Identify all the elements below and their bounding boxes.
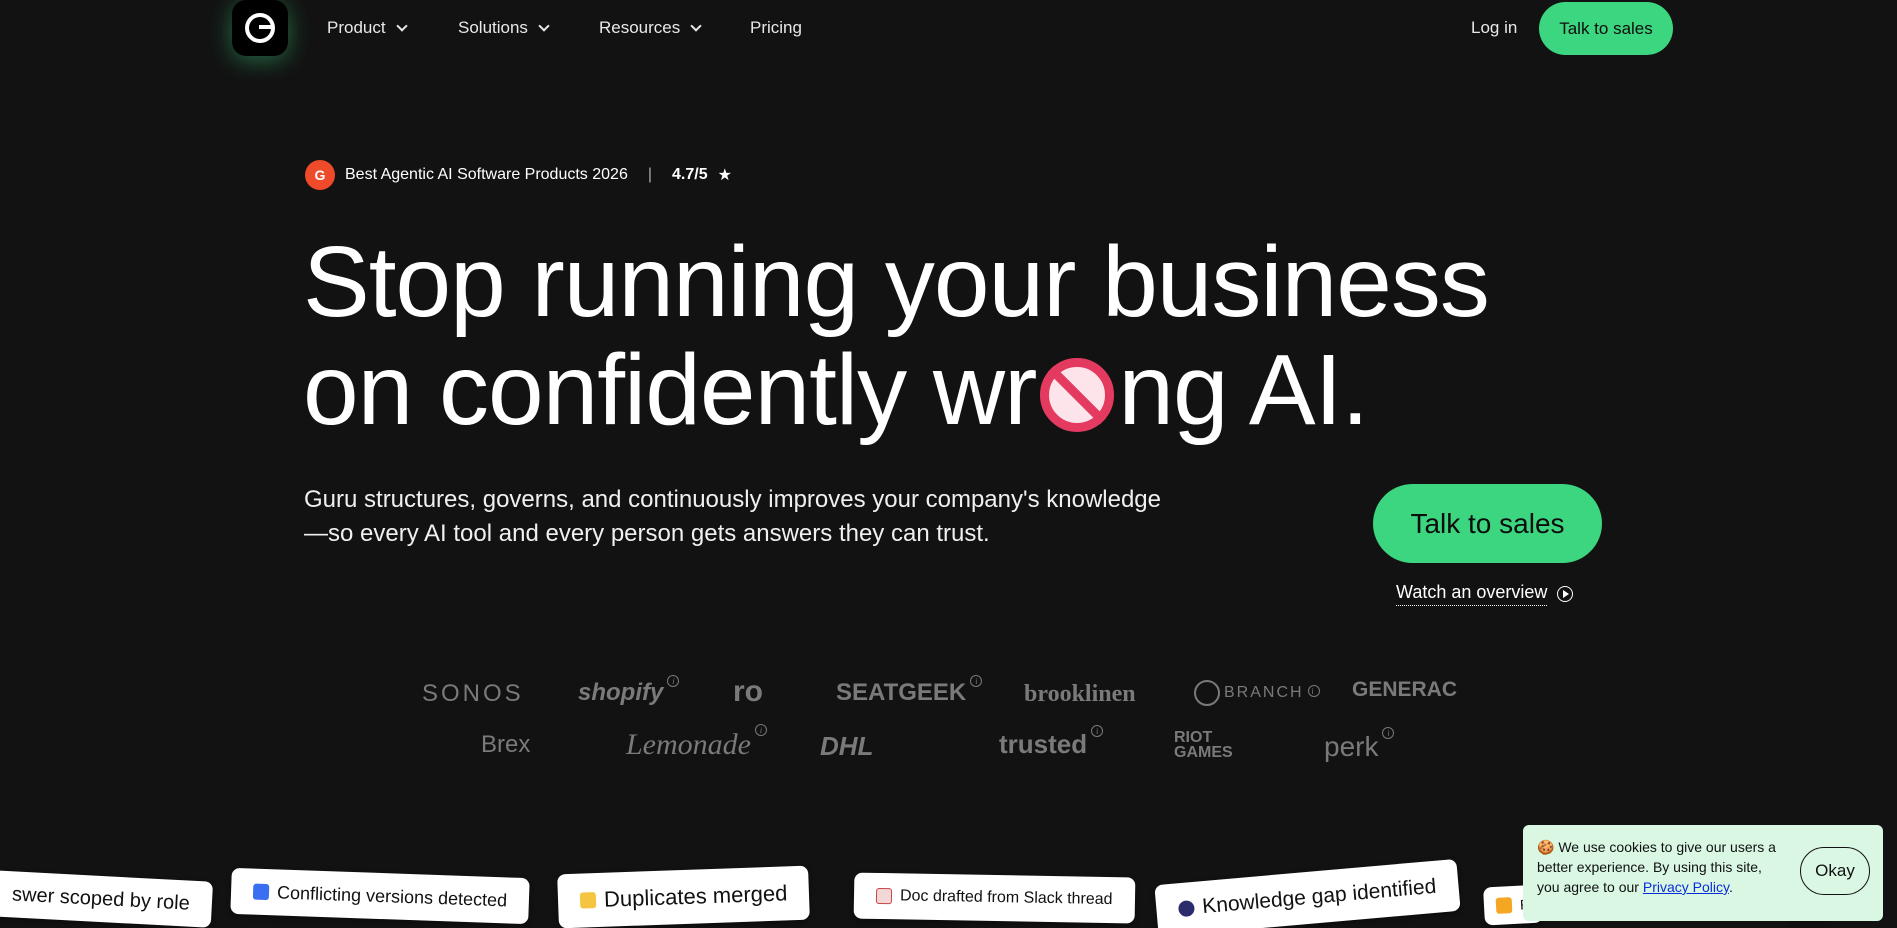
logo-trusted-text: trusted bbox=[999, 729, 1088, 759]
guru-logo-icon bbox=[245, 13, 275, 43]
logo-seatgeek: SEATGEEK i bbox=[836, 675, 983, 707]
logo-lemonade-text: Lemonade bbox=[626, 728, 751, 761]
login-link[interactable]: Log in bbox=[1471, 18, 1517, 38]
headline-line-1: Stop running your business bbox=[303, 226, 1490, 338]
nav-resources[interactable]: Resources bbox=[599, 18, 702, 38]
document-icon bbox=[875, 887, 893, 905]
info-icon[interactable]: i bbox=[1091, 725, 1104, 737]
branch-leaf-icon bbox=[1194, 680, 1220, 706]
logo-ro-text: ro bbox=[733, 675, 763, 708]
watch-overview-label: Watch an overview bbox=[1396, 582, 1548, 606]
nav-pricing-label: Pricing bbox=[750, 18, 802, 37]
logo-riot-games: RIOT GAMES bbox=[1174, 729, 1254, 761]
logo-dhl: DHL bbox=[820, 731, 873, 762]
logo-ro: ro bbox=[733, 675, 763, 709]
play-icon bbox=[1557, 586, 1574, 602]
privacy-policy-link[interactable]: Privacy Policy bbox=[1643, 879, 1729, 895]
badge-separator: | bbox=[647, 166, 652, 183]
ticker-chip: Doc drafted from Slack thread bbox=[853, 872, 1135, 924]
headline-line-2a: on confidently wr bbox=[303, 334, 1037, 446]
cookie-text-end: . bbox=[1728, 879, 1733, 895]
ticker-chip: Duplicates merged bbox=[557, 865, 811, 928]
logo-generac: GENERAC bbox=[1352, 678, 1457, 702]
ticker-chip-text: swer scoped by role bbox=[11, 882, 191, 915]
circle-icon bbox=[1177, 899, 1196, 918]
ticker-chip-text: Doc drafted from Slack thread bbox=[899, 887, 1113, 909]
logo-shopify-text: shopify bbox=[578, 679, 664, 706]
guru-logo[interactable] bbox=[232, 0, 288, 56]
award-badge: G Best Agentic AI Software Products 2026… bbox=[305, 160, 732, 190]
chevron-down-icon bbox=[538, 19, 550, 32]
ticker-chip-text: Knowledge gap identified bbox=[1201, 874, 1438, 919]
nav-product[interactable]: Product bbox=[327, 18, 408, 38]
logo-seatgeek-text: SEATGEEK bbox=[836, 679, 967, 706]
cookie-okay-button[interactable]: Okay bbox=[1800, 847, 1870, 895]
chevron-down-icon bbox=[395, 19, 408, 32]
logo-brooklinen: brooklinen bbox=[1024, 681, 1136, 708]
star-icon: ★ bbox=[717, 167, 732, 184]
logo-sonos-text: SONOS bbox=[422, 680, 524, 707]
ticker-chip: swer scoped by role bbox=[0, 870, 213, 928]
chevron-down-icon bbox=[690, 19, 702, 32]
shuffle-icon bbox=[252, 883, 270, 901]
no-entry-icon bbox=[1040, 358, 1115, 432]
cookie-message: 🍪 We use cookies to give our users a bet… bbox=[1537, 837, 1777, 897]
logo-perk: perk i bbox=[1324, 727, 1395, 763]
info-icon[interactable]: i bbox=[754, 724, 767, 736]
info-icon[interactable]: i bbox=[667, 675, 680, 687]
g2-icon: G bbox=[305, 160, 335, 190]
nav-pricing[interactable]: Pricing bbox=[750, 18, 802, 38]
logo-lemonade: Lemonade i bbox=[626, 724, 767, 762]
headline-line-2b: ng AI. bbox=[1118, 334, 1369, 446]
logo-shopify: shopify i bbox=[578, 675, 680, 707]
hero-talk-to-sales-button[interactable]: Talk to sales bbox=[1373, 484, 1602, 563]
logo-sonos: SONOS bbox=[422, 680, 524, 708]
ticker-chip: Knowledge gap identified bbox=[1154, 858, 1461, 928]
award-text: Best Agentic AI Software Products 2026 bbox=[345, 166, 628, 183]
hero-subtitle: Guru structures, governs, and continuous… bbox=[304, 486, 1162, 547]
logo-brex: Brex bbox=[481, 731, 530, 759]
logo-perk-text: perk bbox=[1324, 731, 1379, 762]
ticker-chip-text: Conflicting versions detected bbox=[276, 881, 508, 910]
hero-headline: Stop running your business on confidentl… bbox=[303, 228, 1623, 444]
nav-solutions[interactable]: Solutions bbox=[458, 18, 550, 38]
ticker-chip: Conflicting versions detected bbox=[230, 867, 530, 925]
top-nav: Product Solutions Resources Pricing Log … bbox=[0, 0, 1897, 58]
info-icon[interactable]: i bbox=[970, 675, 983, 687]
logo-dhl-text: DHL bbox=[820, 731, 874, 761]
nav-resources-label: Resources bbox=[599, 18, 681, 37]
info-icon[interactable]: i bbox=[1382, 727, 1395, 739]
nav-solutions-label: Solutions bbox=[458, 18, 528, 37]
folder-icon bbox=[579, 892, 597, 909]
nav-talk-to-sales-button[interactable]: Talk to sales bbox=[1539, 2, 1673, 55]
logo-branch: BRANCH i bbox=[1194, 680, 1320, 706]
logo-riot-games-text: RIOT GAMES bbox=[1174, 729, 1233, 761]
sparkle-icon bbox=[1495, 897, 1513, 914]
logo-branch-text: BRANCH bbox=[1224, 684, 1304, 701]
info-icon[interactable]: i bbox=[1307, 685, 1320, 697]
rating-value: 4.7/5 bbox=[672, 166, 708, 183]
logo-generac-text: GENERAC bbox=[1352, 678, 1458, 701]
watch-overview-link[interactable]: Watch an overview bbox=[1396, 582, 1574, 606]
logo-brooklinen-text: brooklinen bbox=[1024, 681, 1136, 707]
logo-brex-text: Brex bbox=[481, 731, 531, 758]
ticker-chip-text: Duplicates merged bbox=[603, 880, 788, 912]
nav-product-label: Product bbox=[327, 18, 386, 37]
logo-trusted: trusted i bbox=[999, 725, 1104, 760]
cookie-banner: 🍪 We use cookies to give our users a bet… bbox=[1523, 825, 1883, 921]
